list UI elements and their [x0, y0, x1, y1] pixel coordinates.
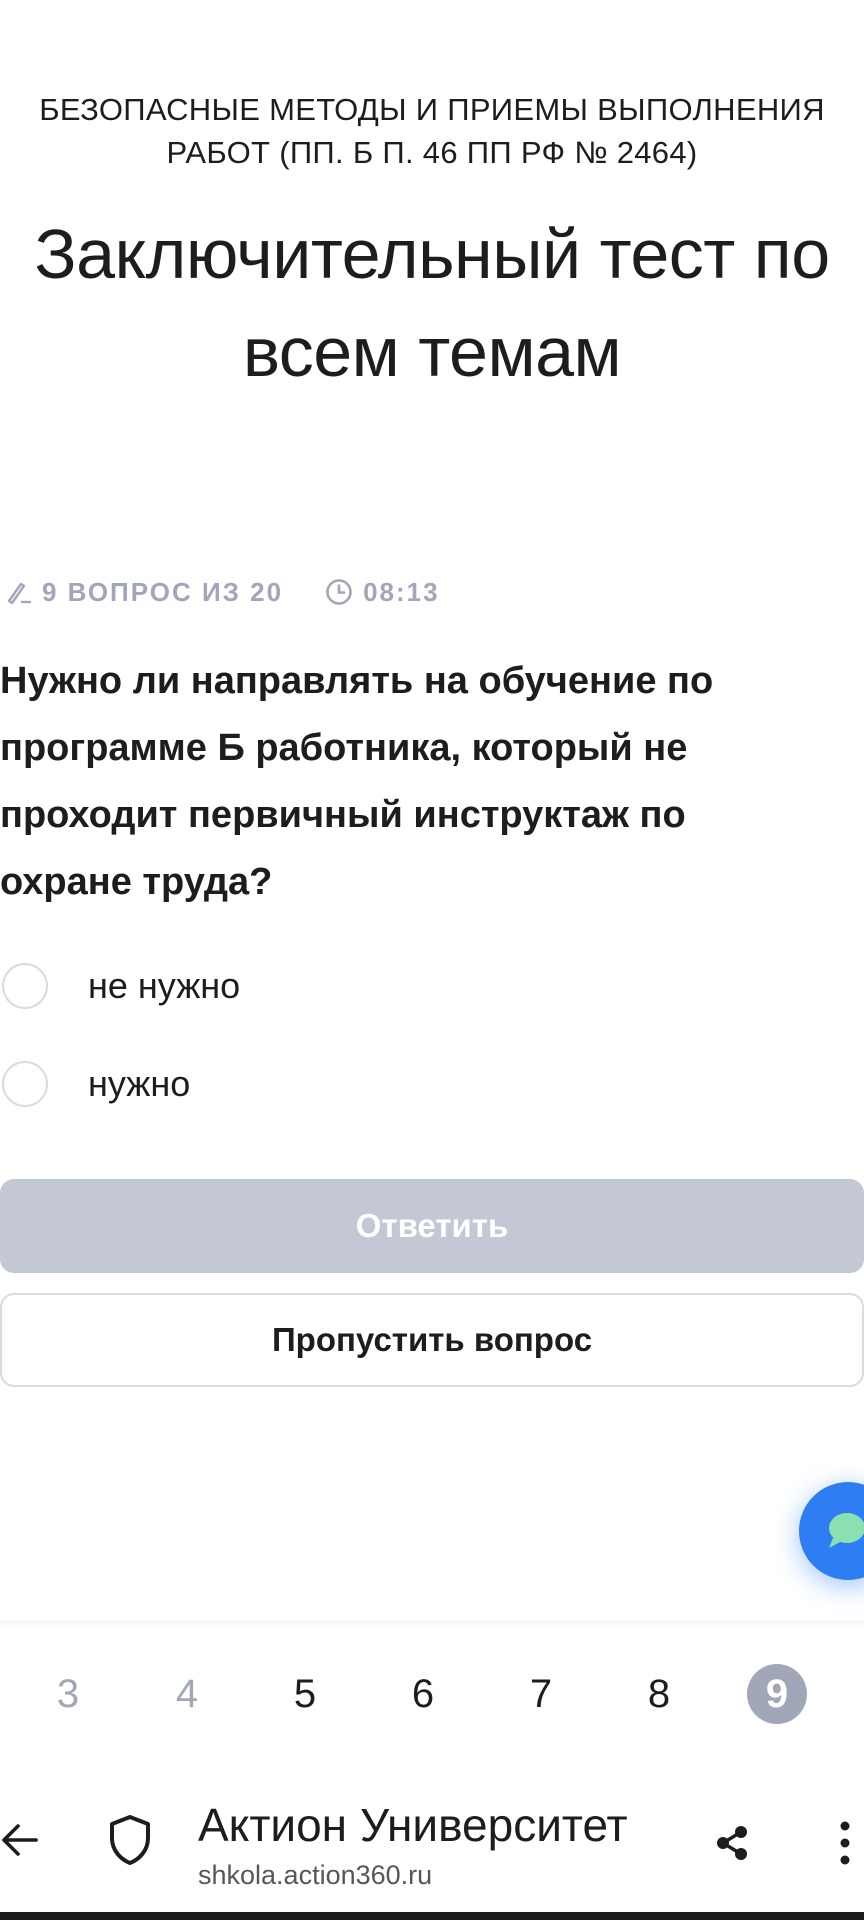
page-number-5[interactable]: 5 [275, 1664, 335, 1724]
page-title: Заключительный тест по всем темам [34, 215, 830, 391]
radio-button[interactable] [2, 1061, 48, 1107]
answer-option-0[interactable]: не нужно [0, 960, 240, 1012]
chat-button[interactable] [799, 1482, 864, 1580]
answer-option-label: нужно [88, 1063, 191, 1104]
question-timer: 08:13 [325, 577, 440, 608]
browser-toolbar: Актион Университет shkola.action360.ru [0, 1770, 864, 1910]
kebab-menu-icon[interactable] [838, 1820, 852, 1866]
chat-bubble-icon [829, 1513, 864, 1548]
radio-button[interactable] [2, 963, 48, 1009]
page-number-4[interactable]: 4 [157, 1664, 217, 1724]
page-number-8[interactable]: 8 [629, 1664, 689, 1724]
question-meta: 9 ВОПРОС ИЗ 20 08:13 [6, 572, 440, 612]
site-url[interactable]: shkola.action360.ru [198, 1860, 432, 1891]
answer-option-label: не нужно [88, 965, 241, 1006]
page-number-6[interactable]: 6 [393, 1664, 453, 1724]
page-number-7[interactable]: 7 [511, 1664, 571, 1724]
back-arrow-icon[interactable] [0, 1820, 40, 1860]
pencil-icon [6, 579, 32, 605]
question-progress: 9 ВОПРОС ИЗ 20 [6, 577, 283, 608]
page-number-9-current[interactable]: 9 [747, 1664, 807, 1724]
timer-text: 08:13 [363, 576, 440, 607]
question-pager: 3 4 5 6 7 8 9 [0, 1664, 864, 1728]
answer-button[interactable]: Ответить [0, 1179, 864, 1273]
course-title: БЕЗОПАСНЫЕ МЕТОДЫ И ПРИЕМЫ ВЫПОЛНЕНИЯ РА… [39, 92, 825, 170]
question-progress-text: 9 ВОПРОС ИЗ 20 [42, 576, 284, 607]
pager-divider [0, 1620, 864, 1628]
question-text: Нужно ли направлять на обучение по прогр… [0, 660, 714, 903]
answer-option-1[interactable]: нужно [0, 1058, 190, 1110]
page-number-3[interactable]: 3 [38, 1664, 98, 1724]
shield-icon[interactable] [108, 1814, 152, 1866]
clock-icon [325, 578, 353, 606]
skip-question-button[interactable]: Пропустить вопрос [0, 1293, 864, 1387]
gesture-bar [0, 1912, 864, 1920]
share-icon[interactable] [714, 1824, 750, 1862]
site-title[interactable]: Актион Университет [198, 1798, 628, 1852]
